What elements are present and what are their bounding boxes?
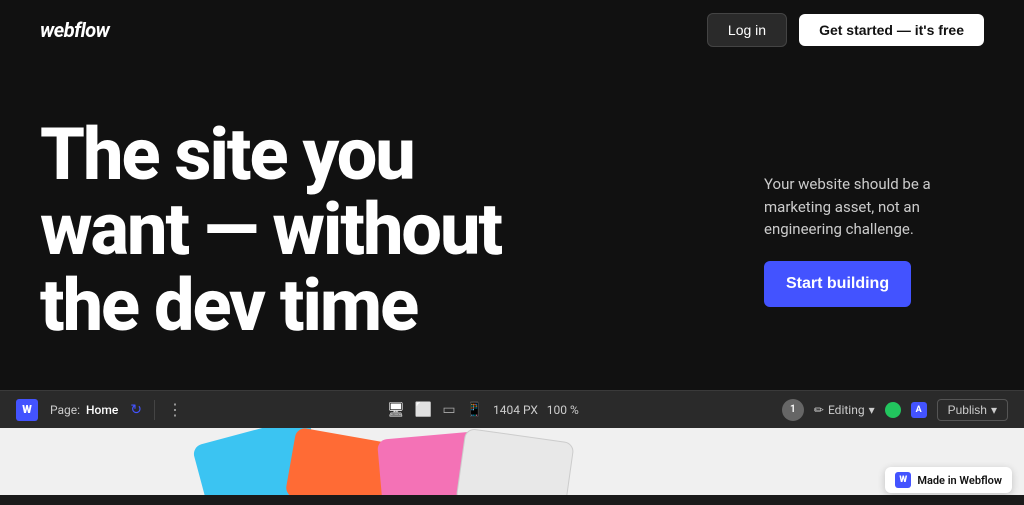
status-dot	[885, 402, 901, 418]
editing-mode[interactable]: ✏ Editing ▾	[814, 403, 875, 417]
toolbar-divider-1	[154, 400, 155, 420]
hero-right: Your website should be a marketing asset…	[764, 173, 984, 307]
canvas-size: 1404 PX 100 %	[493, 403, 579, 417]
hero-title: The site you want — without the dev time	[40, 117, 501, 344]
mobile-icon[interactable]: 📱	[466, 402, 483, 418]
publish-button[interactable]: Publish ▾	[937, 399, 1008, 421]
login-button[interactable]: Log in	[707, 13, 787, 47]
webflow-badge-label: Made in Webflow	[917, 474, 1002, 487]
more-options-icon[interactable]: ⋮	[167, 400, 184, 419]
user-avatar: 1	[782, 399, 804, 421]
start-building-button[interactable]: Start building	[764, 261, 911, 307]
made-in-webflow-badge[interactable]: W Made in Webflow	[885, 467, 1012, 493]
toolbar: W Page: Home ↻ ⋮ 🖥 ⬜ ▭ 📱 1404 PX 100 % 1…	[0, 390, 1024, 428]
editing-label: Editing	[828, 403, 865, 417]
hero-section: The site you want — without the dev time…	[0, 60, 1024, 390]
hero-subtitle: Your website should be a marketing asset…	[764, 173, 984, 241]
header: webflow Log in Get started — it's free	[0, 0, 1024, 60]
page-label: Page:	[50, 403, 80, 417]
logo: webflow	[40, 18, 109, 42]
refresh-icon[interactable]: ↻	[130, 402, 142, 418]
hero-left: The site you want — without the dev time	[40, 117, 501, 344]
tablet-portrait-icon[interactable]: ▭	[442, 402, 455, 418]
header-actions: Log in Get started — it's free	[707, 13, 984, 47]
card-white	[455, 428, 574, 495]
device-switcher: 🖥 ⬜ ▭ 📱 1404 PX 100 %	[196, 402, 770, 418]
toolbar-page-info: Page: Home	[50, 403, 118, 417]
desktop-icon[interactable]: 🖥	[387, 402, 405, 418]
toolbar-right: 1 ✏ Editing ▾ A Publish ▾	[782, 399, 1008, 421]
toolbar-webflow-logo: W	[16, 399, 38, 421]
publish-chevron: ▾	[991, 403, 997, 417]
page-name: Home	[86, 403, 118, 417]
editing-chevron: ▾	[869, 403, 875, 417]
tablet-landscape-icon[interactable]: ⬜	[415, 402, 432, 418]
get-started-button[interactable]: Get started — it's free	[799, 14, 984, 46]
publish-icon: A	[911, 402, 927, 418]
webflow-badge-icon: W	[895, 472, 911, 488]
publish-label: Publish	[948, 403, 987, 417]
preview-area	[0, 428, 1024, 495]
edit-icon: ✏	[814, 403, 824, 417]
